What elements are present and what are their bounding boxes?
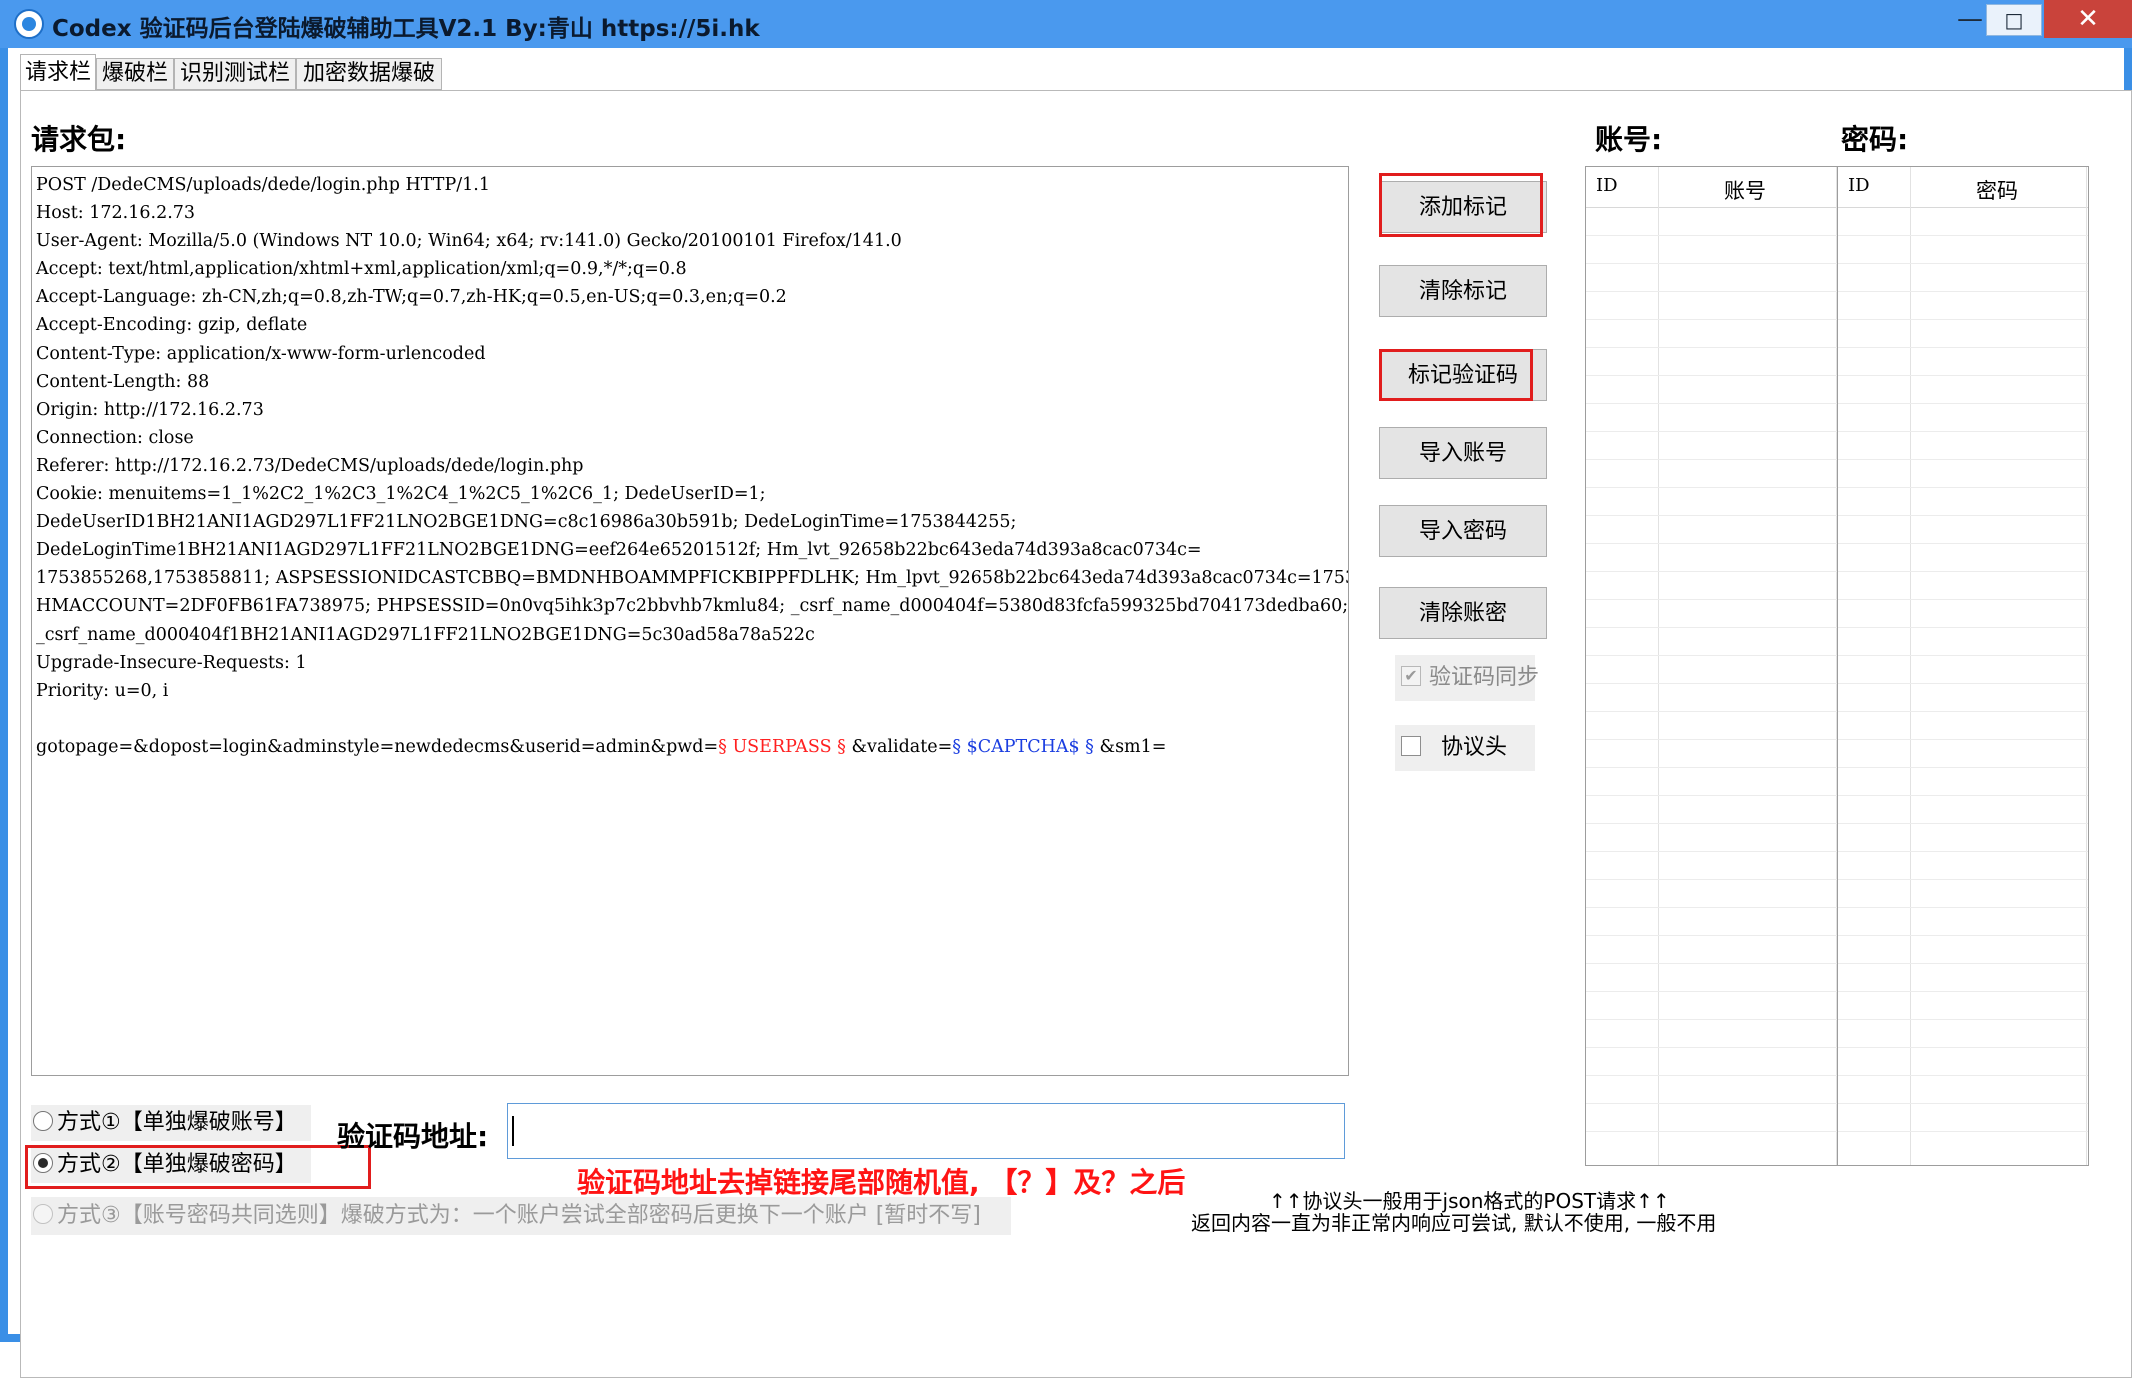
check-icon: ✔ — [1401, 666, 1421, 686]
request-line: Accept: text/html,application/xhtml+xml,… — [36, 259, 687, 280]
captcha-sync-checkbox[interactable]: ✔ 验证码同步 — [1395, 655, 1539, 701]
request-line: DedeUserID1BH21ANI1AGD297L1FF21LNO2BGE1D… — [36, 512, 1017, 533]
userpass-marker: § USERPASS § — [718, 736, 846, 757]
mode3-label: 方式③【账号密码共同选则】爆破方式为：一个账户尝试全部密码后更换下一个账户 [暂… — [57, 1203, 981, 1228]
request-line: POST /DedeCMS/uploads/dede/login.php HTT… — [36, 175, 490, 195]
body-prefix: gotopage=&dopost=login&adminstyle=newded… — [36, 736, 719, 757]
passwords-list-header: ID 密码 — [1838, 167, 2088, 208]
request-line: Origin: http://172.16.2.73 — [36, 399, 264, 420]
captcha-sync-label: 验证码同步 — [1429, 665, 1540, 690]
column-header-id: ID — [1596, 175, 1618, 196]
clear-account-password-button[interactable]: 清除账密 — [1379, 587, 1547, 639]
request-editor[interactable]: POST /DedeCMS/uploads/dede/login.php HTT… — [31, 166, 1349, 1076]
mode1-label: 方式①【单独爆破账号】 — [57, 1110, 297, 1135]
captcha-url-label: 验证码地址: — [337, 1120, 489, 1153]
captcha-url-input[interactable] — [507, 1103, 1345, 1159]
request-line: Accept-Encoding: gzip, deflate — [36, 315, 308, 336]
request-line: Host: 172.16.2.73 — [36, 203, 196, 224]
request-line — [36, 705, 1348, 733]
import-password-button[interactable]: 导入密码 — [1379, 505, 1547, 557]
captcha-url-note: 验证码地址去掉链接尾部随机值, 【？】及？之后 — [577, 1166, 1186, 1199]
column-header-id: ID — [1848, 175, 1870, 196]
mode3-radio[interactable]: 方式③【账号密码共同选则】爆破方式为：一个账户尝试全部密码后更换下一个账户 [暂… — [31, 1197, 1011, 1235]
request-line: Priority: u=0, i — [36, 680, 169, 701]
accounts-label: 账号: — [1595, 123, 1663, 156]
request-line: Accept-Language: zh-CN,zh;q=0.8,zh-TW;q=… — [36, 287, 787, 308]
passwords-label: 密码: — [1841, 123, 1909, 156]
request-line: Upgrade-Insecure-Requests: 1 — [36, 652, 307, 673]
request-line: Cookie: menuitems=1_1%2C2_1%2C3_1%2C4_1%… — [36, 484, 766, 505]
protocol-header-checkbox[interactable]: 协议头 — [1395, 725, 1535, 771]
protocol-header-label: 协议头 — [1441, 735, 1508, 760]
body-suffix: &sm1= — [1093, 736, 1167, 757]
highlight-box — [25, 1145, 371, 1189]
request-line: Content-Length: 88 — [36, 371, 210, 392]
request-body-line: gotopage=&dopost=login&adminstyle=newded… — [36, 733, 1348, 761]
column-header-password: 密码 — [1976, 179, 2018, 203]
import-account-button[interactable]: 导入账号 — [1379, 427, 1547, 479]
body-mid: &validate= — [845, 736, 953, 757]
passwords-list[interactable]: ID 密码 — [1837, 166, 2089, 1166]
tab-page-request: 请求包: POST /DedeCMS/uploads/dede/login.ph… — [20, 90, 2132, 1378]
radio-off-icon — [33, 1111, 53, 1131]
request-line: Referer: http://172.16.2.73/DedeCMS/uplo… — [36, 455, 584, 476]
request-line: User-Agent: Mozilla/5.0 (Windows NT 10.0… — [36, 231, 902, 252]
radio-disabled-icon — [33, 1204, 53, 1224]
text-caret — [512, 1116, 514, 1146]
highlight-box — [1379, 349, 1533, 401]
request-line: HMACCOUNT=2DF0FB61FA738975; PHPSESSID=0n… — [36, 596, 1349, 617]
accounts-list[interactable]: ID 账号 — [1585, 166, 1839, 1166]
captcha-marker: § $CAPTCHA$ § — [952, 736, 1094, 757]
request-line: Content-Type: application/x-www-form-url… — [36, 343, 486, 364]
request-line: _csrf_name_d000404f1BH21ANI1AGD297L1FF21… — [36, 624, 815, 645]
clear-mark-button[interactable]: 清除标记 — [1379, 265, 1547, 317]
request-line: Connection: close — [36, 427, 194, 448]
unchecked-box-icon — [1401, 736, 1421, 756]
app-window: Codex 验证码后台登陆爆破辅助工具V2.1 By:青山 https://5i… — [0, 0, 2132, 1378]
mode1-radio[interactable]: 方式①【单独爆破账号】 — [31, 1105, 311, 1141]
client-area: 请求栏 爆破栏 识别测试栏 加密数据爆破 请求包: POST /DedeCMS/… — [8, 48, 2132, 1378]
accounts-list-header: ID 账号 — [1586, 167, 1838, 208]
request-line: DedeLoginTime1BH21ANI1AGD297L1FF21LNO2BG… — [36, 540, 1202, 561]
request-label: 请求包: — [31, 123, 127, 156]
request-line: 1753855268,1753858811; ASPSESSIONIDCASTC… — [36, 568, 1349, 589]
highlight-box — [1379, 173, 1543, 237]
column-header-account: 账号 — [1724, 179, 1766, 203]
protocol-note-line2: 返回内容一直为非正常内响应可尝试, 默认不使用, 一般不用 — [1191, 1211, 1717, 1235]
